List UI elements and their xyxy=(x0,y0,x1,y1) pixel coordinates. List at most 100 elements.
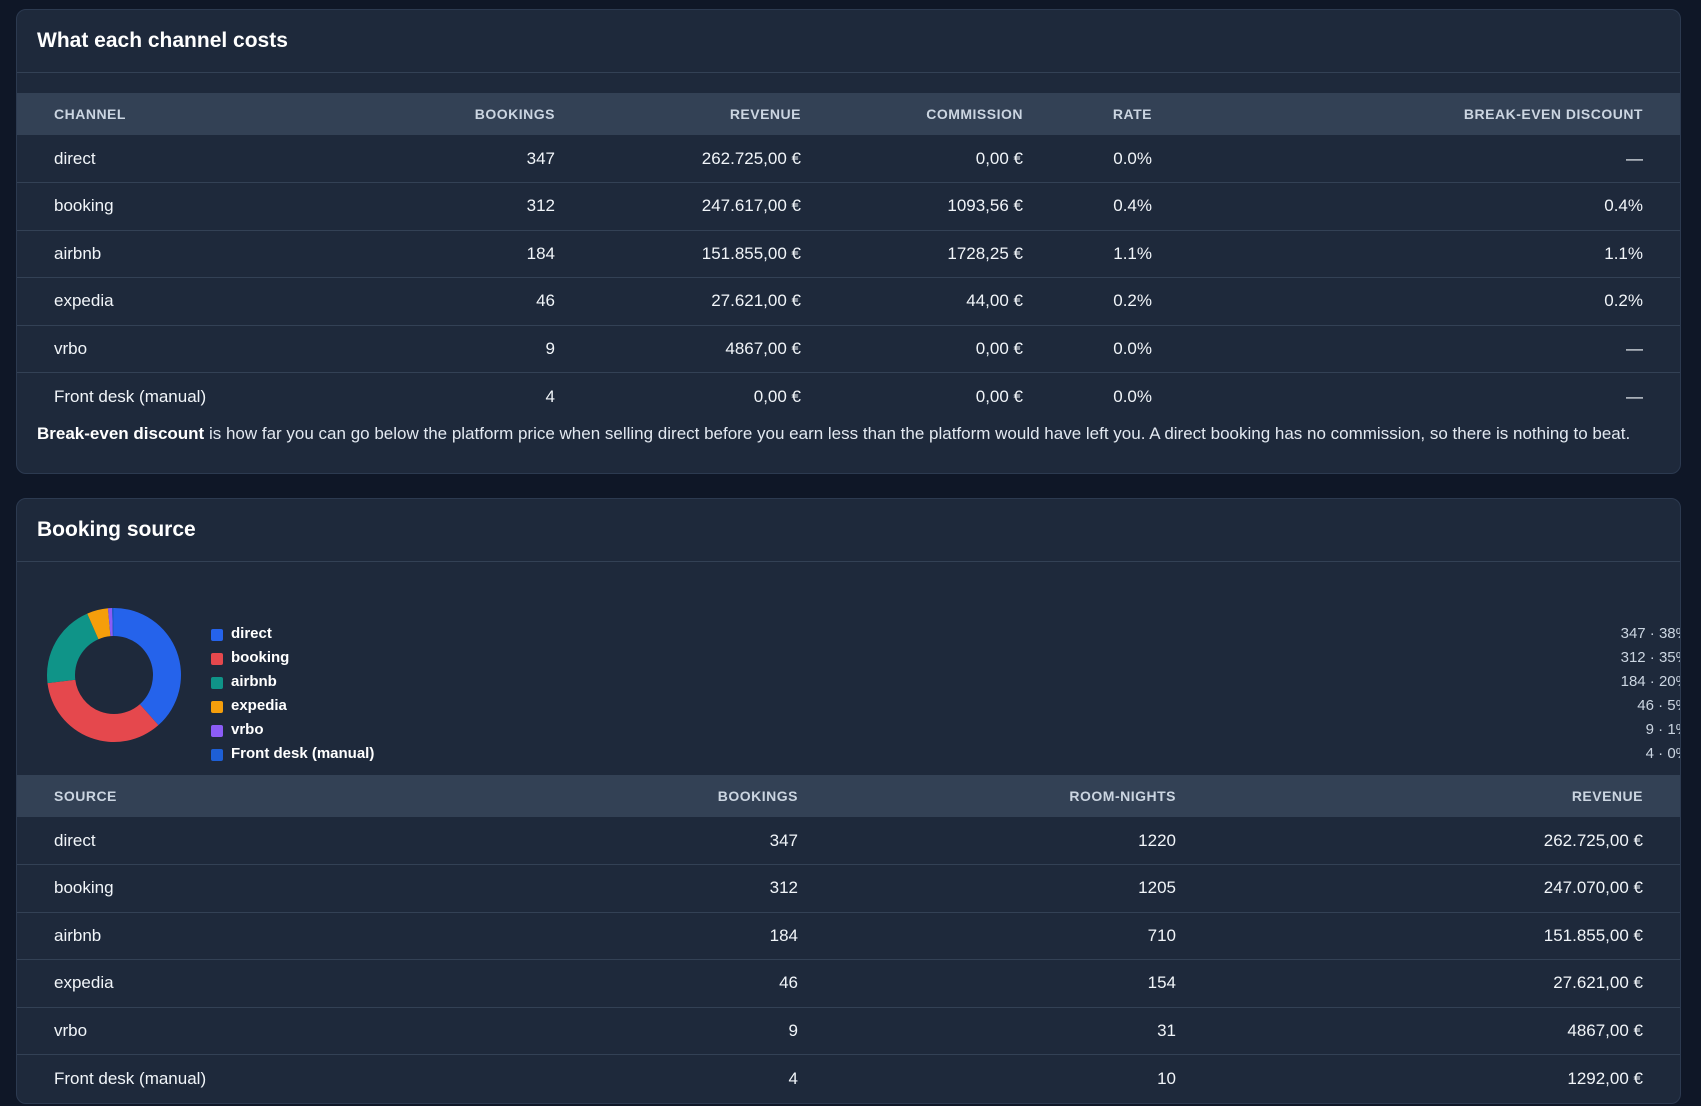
cell-channel: expedia xyxy=(17,277,367,326)
column-header-room-nights[interactable]: ROOM-NIGHTS xyxy=(835,775,1213,817)
column-header-revenue[interactable]: REVENUE xyxy=(1213,775,1680,817)
channel-costs-table: CHANNEL BOOKINGS REVENUE COMMISSION RATE… xyxy=(17,93,1680,420)
table-row[interactable]: Front desk (manual) 4 10 1292,00 € xyxy=(17,1055,1680,1103)
cell-bookings: 46 xyxy=(367,959,835,1008)
cell-source: direct xyxy=(17,817,367,865)
column-header-bookings[interactable]: BOOKINGS xyxy=(367,775,835,817)
cell-bookings: 9 xyxy=(367,1007,835,1055)
column-header-break-even-discount[interactable]: BREAK-EVEN DISCOUNT xyxy=(1189,93,1680,135)
cell-revenue: 0,00 € xyxy=(753,386,801,406)
table-row[interactable]: expedia 46 27.621,00 €44,00 €0.2% 0.2% xyxy=(17,277,1680,326)
cell-commission: 1093,56 € xyxy=(838,182,1060,231)
legend-label: Front desk (manual) xyxy=(231,745,375,762)
cell-revenue: 262.725,00 € xyxy=(1213,817,1680,865)
cell-bookings: 312 xyxy=(367,182,592,231)
channel-costs-card: What each channel costs CHANNEL BOOKINGS… xyxy=(16,9,1681,474)
legend-swatch xyxy=(211,749,223,761)
table-header-row: SOURCE BOOKINGS ROOM-NIGHTS REVENUE xyxy=(17,775,1680,817)
donut-slice-airbnb[interactable] xyxy=(47,613,99,684)
cell-revenue: 247.070,00 € xyxy=(1213,864,1680,913)
legend-value: 312 · 35% xyxy=(1620,649,1680,666)
table-header-row: CHANNEL BOOKINGS REVENUE COMMISSION RATE… xyxy=(17,93,1680,135)
column-header-rate[interactable]: RATE xyxy=(1060,93,1189,135)
cell-break-even: 1.1% xyxy=(1189,230,1680,278)
cell-rate: 0.2% xyxy=(1060,277,1189,326)
booking-source-table: SOURCE BOOKINGS ROOM-NIGHTS REVENUE dire… xyxy=(17,775,1680,1102)
legend-item[interactable]: airbnb 184 · 20% xyxy=(211,670,1680,694)
column-header-revenue[interactable]: REVENUE xyxy=(592,93,838,135)
legend-item[interactable]: booking 312 · 35% xyxy=(211,646,1680,670)
column-header-channel[interactable]: CHANNEL xyxy=(17,93,367,135)
break-even-note-text: is how far you can go below the platform… xyxy=(204,424,1631,443)
cell-rate: 1.1% xyxy=(1060,230,1189,278)
table-row[interactable]: vrbo 9 4867,00 €0,00 €0.0% — xyxy=(17,325,1680,373)
legend-item[interactable]: expedia 46 · 5% xyxy=(211,694,1680,718)
cell-room-nights: 31 xyxy=(835,1007,1213,1055)
cell-revenue: 27.621,00 € xyxy=(1213,959,1680,1008)
cell-channel: direct xyxy=(17,135,367,183)
legend-label: airbnb xyxy=(231,673,277,690)
table-row[interactable]: expedia 46 154 27.621,00 € xyxy=(17,959,1680,1008)
table-row[interactable]: Front desk (manual) 4 0,00 € 0,00 € 0.0% — xyxy=(17,373,1680,421)
table-row[interactable]: airbnb 184 151.855,00 €1728,25 €1.1% 1.1% xyxy=(17,230,1680,278)
table-row[interactable]: direct 347 262.725,00 €0,00 €0.0% — xyxy=(17,135,1680,183)
cell-break-even: — xyxy=(1626,386,1643,406)
break-even-note-term: Break-even discount xyxy=(37,424,205,443)
legend-value: 9 · 1% xyxy=(1645,721,1680,738)
cell-break-even: — xyxy=(1189,325,1680,373)
cell-bookings: 4 xyxy=(788,1068,798,1088)
cell-commission: 0,00 € xyxy=(838,135,1060,183)
legend-value: 46 · 5% xyxy=(1637,697,1680,714)
table-row[interactable]: direct 347 1220 262.725,00 € xyxy=(17,817,1680,865)
cell-source: expedia xyxy=(17,959,367,1008)
column-header-bookings[interactable]: BOOKINGS xyxy=(367,93,592,135)
cell-rate: 0.0% xyxy=(1060,325,1189,373)
table-row[interactable]: booking 312 1205 247.070,00 € xyxy=(17,864,1680,913)
cell-revenue: 151.855,00 € xyxy=(592,230,838,278)
booking-source-legend: direct 347 · 38% booking 312 · 35% airbnb 184… xyxy=(211,622,1680,766)
legend-label: booking xyxy=(231,649,290,666)
cell-revenue: 247.617,00 € xyxy=(592,182,838,231)
cell-commission: 0,00 € xyxy=(975,386,1023,406)
break-even-note: Break-even discount is how far you can g… xyxy=(17,420,1680,444)
cell-revenue: 1292,00 € xyxy=(1567,1068,1643,1088)
table-row[interactable]: airbnb 184 710 151.855,00 € xyxy=(17,912,1680,960)
donut-slice-direct[interactable] xyxy=(114,608,181,726)
cell-rate: 0.4% xyxy=(1060,182,1189,231)
legend-label: direct xyxy=(231,625,272,642)
cell-channel: airbnb xyxy=(17,230,367,278)
cell-commission: 0,00 € xyxy=(838,325,1060,373)
booking-source-chart-area: direct 347 · 38% booking 312 · 35% airbnb 184… xyxy=(17,562,1680,775)
column-header-source[interactable]: SOURCE xyxy=(17,775,367,817)
booking-source-card: Booking source direct347 · 38%booking312… xyxy=(16,498,1681,1104)
legend-swatch xyxy=(211,629,223,641)
table-row[interactable]: vrbo 9 31 4867,00 € xyxy=(17,1007,1680,1055)
cell-commission: 1728,25 € xyxy=(838,230,1060,278)
cell-rate: 0.0% xyxy=(1113,386,1152,406)
column-header-commission[interactable]: COMMISSION xyxy=(838,93,1060,135)
legend-swatch xyxy=(211,725,223,737)
legend-swatch xyxy=(211,701,223,713)
cell-room-nights: 10 xyxy=(1157,1068,1176,1088)
cell-source: airbnb xyxy=(17,912,367,960)
donut-slice-booking[interactable] xyxy=(47,679,159,742)
legend-item[interactable]: vrbo 9 · 1% xyxy=(211,718,1680,742)
cell-bookings: 184 xyxy=(367,230,592,278)
legend-item[interactable]: direct 347 · 38% xyxy=(211,622,1680,646)
cell-bookings: 347 xyxy=(367,817,835,865)
cell-revenue: 262.725,00 € xyxy=(592,135,838,183)
legend-label: vrbo xyxy=(231,721,264,738)
cell-bookings: 46 xyxy=(367,277,592,326)
cell-revenue: 27.621,00 € xyxy=(592,277,838,326)
cell-room-nights: 1220 xyxy=(835,817,1213,865)
cell-revenue: 4867,00 € xyxy=(592,325,838,373)
cell-revenue: 151.855,00 € xyxy=(1213,912,1680,960)
cell-bookings: 9 xyxy=(367,325,592,373)
legend-value: 4 · 0% xyxy=(1645,745,1680,762)
cell-break-even: — xyxy=(1189,135,1680,183)
legend-value: 347 · 38% xyxy=(1620,625,1680,642)
table-row[interactable]: booking 312 247.617,00 €1093,56 €0.4% 0.4% xyxy=(17,182,1680,231)
cell-source: vrbo xyxy=(17,1007,367,1055)
cell-room-nights: 1205 xyxy=(835,864,1213,913)
legend-item[interactable]: Front desk (manual) 4 · 0% xyxy=(211,742,1680,766)
